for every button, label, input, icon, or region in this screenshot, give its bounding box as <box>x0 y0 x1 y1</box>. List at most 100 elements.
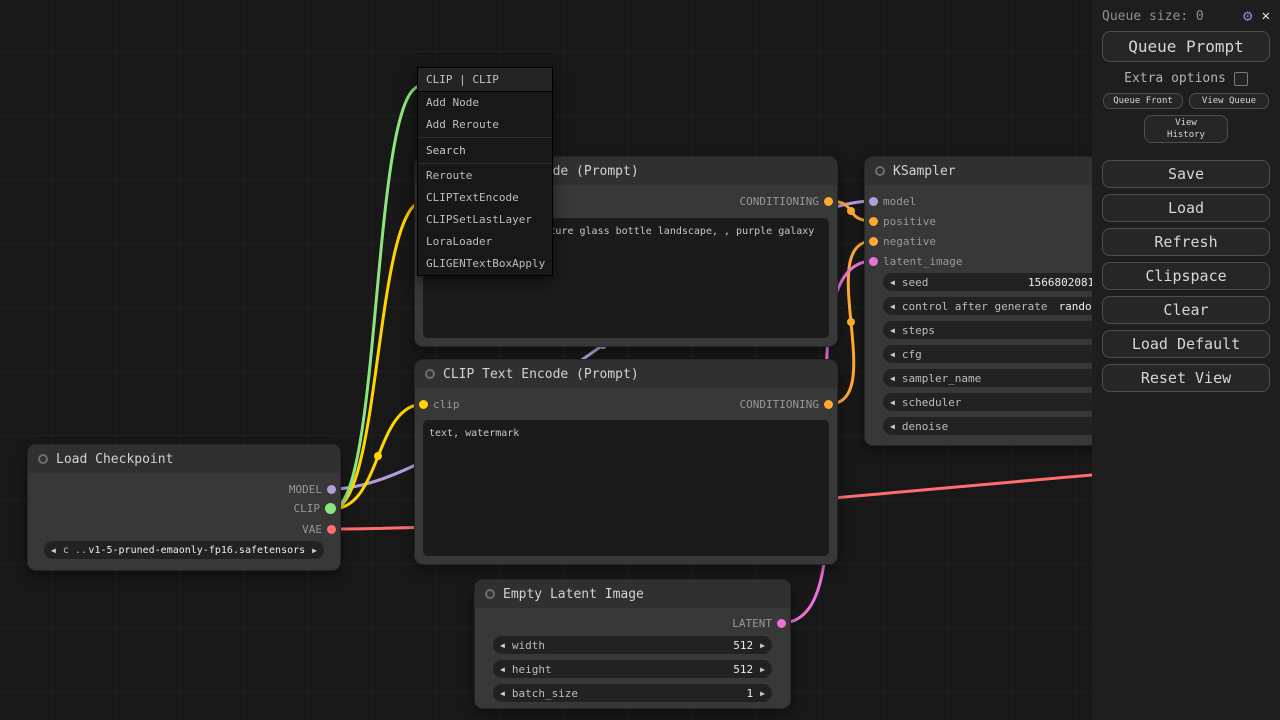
clip-slot-dot[interactable] <box>325 503 336 514</box>
slot-label: CONDITIONING <box>740 195 819 208</box>
menu-item-loraloader[interactable]: LoraLoader <box>418 231 552 253</box>
prev-arrow-icon[interactable]: ◀ <box>890 398 895 407</box>
widget-label: seed <box>902 276 929 289</box>
widget-label: cfg <box>902 348 922 361</box>
prev-arrow-icon[interactable]: ◀ <box>51 546 56 555</box>
width-widget[interactable]: ◀ width 512 ▶ <box>493 636 772 654</box>
prev-arrow-icon[interactable]: ◀ <box>890 350 895 359</box>
prev-arrow-icon[interactable]: ◀ <box>500 665 505 674</box>
prev-arrow-icon[interactable]: ◀ <box>890 278 895 287</box>
collapse-dot-icon[interactable] <box>875 166 885 176</box>
input-slot-model[interactable]: model <box>869 194 916 208</box>
menu-item-cliptextencode[interactable]: CLIPTextEncode <box>418 187 552 209</box>
close-icon[interactable]: ✕ <box>1262 8 1270 24</box>
widget-value: 512 <box>733 663 753 676</box>
refresh-button[interactable]: Refresh <box>1102 228 1270 256</box>
conditioning-slot-dot[interactable] <box>824 197 833 206</box>
widget-label: steps <box>902 324 935 337</box>
wire-clip-drag <box>332 86 421 509</box>
conditioning-input-dot[interactable] <box>869 217 878 226</box>
model-slot-dot[interactable] <box>327 485 336 494</box>
batch-size-widget[interactable]: ◀ batch_size 1 ▶ <box>493 684 772 702</box>
view-queue-button[interactable]: View Queue <box>1189 93 1269 109</box>
widget-label: sampler_name <box>902 372 981 385</box>
slot-label: model <box>883 195 916 208</box>
menu-item-add-reroute[interactable]: Add Reroute <box>418 114 552 136</box>
view-history-button[interactable]: View History <box>1144 115 1228 143</box>
save-button[interactable]: Save <box>1102 160 1270 188</box>
conditioning-input-dot[interactable] <box>869 237 878 246</box>
prev-arrow-icon[interactable]: ◀ <box>500 641 505 650</box>
height-widget[interactable]: ◀ height 512 ▶ <box>493 660 772 678</box>
slot-label: CONDITIONING <box>740 398 819 411</box>
prev-arrow-icon[interactable]: ◀ <box>890 326 895 335</box>
slot-label: CLIP <box>294 502 321 515</box>
menu-item-add-node[interactable]: Add Node <box>418 92 552 114</box>
menu-item-clipsetlastlayer[interactable]: CLIPSetLastLayer <box>418 209 552 231</box>
context-menu-title: CLIP | CLIP <box>418 68 552 92</box>
input-slot-negative[interactable]: negative <box>869 234 936 248</box>
next-arrow-icon[interactable]: ▶ <box>760 641 765 650</box>
widget-label: scheduler <box>902 396 962 409</box>
prev-arrow-icon[interactable]: ◀ <box>890 374 895 383</box>
node-load-checkpoint: Load Checkpoint MODEL CLIP VAE ◀ c ... v… <box>28 445 340 570</box>
queue-front-button[interactable]: Queue Front <box>1103 93 1183 109</box>
extra-options-checkbox[interactable] <box>1234 72 1248 86</box>
load-button[interactable]: Load <box>1102 194 1270 222</box>
output-slot-conditioning[interactable]: CONDITIONING <box>740 194 833 208</box>
prev-arrow-icon[interactable]: ◀ <box>890 422 895 431</box>
collapse-dot-icon[interactable] <box>38 454 48 464</box>
latent-input-dot[interactable] <box>869 257 878 266</box>
clip-input-dot[interactable] <box>419 400 428 409</box>
next-arrow-icon[interactable]: ▶ <box>760 689 765 698</box>
output-slot-vae[interactable]: VAE <box>302 522 336 536</box>
conditioning-slot-dot[interactable] <box>824 400 833 409</box>
slot-label: MODEL <box>289 483 322 496</box>
queue-prompt-button[interactable]: Queue Prompt <box>1102 31 1270 62</box>
prev-arrow-icon[interactable]: ◀ <box>890 302 895 311</box>
next-arrow-icon[interactable]: ▶ <box>760 665 765 674</box>
menu-item-search[interactable]: Search <box>418 137 552 164</box>
output-slot-clip[interactable]: CLIP <box>294 501 337 515</box>
extra-options-label: Extra options <box>1124 71 1226 86</box>
graph-canvas[interactable]: Load Checkpoint MODEL CLIP VAE ◀ c ... v… <box>0 0 1280 720</box>
model-input-dot[interactable] <box>869 197 878 206</box>
next-arrow-icon[interactable]: ▶ <box>312 546 317 555</box>
clipspace-button[interactable]: Clipspace <box>1102 262 1270 290</box>
output-slot-latent[interactable]: LATENT <box>732 616 786 630</box>
collapse-dot-icon[interactable] <box>485 589 495 599</box>
node-title: Load Checkpoint <box>56 452 173 467</box>
input-slot-clip[interactable]: clip <box>419 397 460 411</box>
wire-clip-dot <box>374 452 382 460</box>
node-title-bar[interactable]: Load Checkpoint <box>28 445 340 473</box>
node-title: Empty Latent Image <box>503 587 644 602</box>
widget-label: height <box>512 663 552 676</box>
comfy-menu-panel: Queue size: 0 ⚙ ✕ Queue Prompt Extra opt… <box>1092 0 1280 720</box>
clear-button[interactable]: Clear <box>1102 296 1270 324</box>
output-slot-conditioning[interactable]: CONDITIONING <box>740 397 833 411</box>
prev-arrow-icon[interactable]: ◀ <box>500 689 505 698</box>
widget-value: 1 <box>747 687 754 700</box>
input-slot-positive[interactable]: positive <box>869 214 936 228</box>
load-default-button[interactable]: Load Default <box>1102 330 1270 358</box>
queue-size-label: Queue size: 0 <box>1102 9 1204 24</box>
output-slot-model[interactable]: MODEL <box>289 482 336 496</box>
vae-slot-dot[interactable] <box>327 525 336 534</box>
slot-label: negative <box>883 235 936 248</box>
menu-item-reroute[interactable]: Reroute <box>418 165 552 187</box>
node-title-bar[interactable]: CLIP Text Encode (Prompt) <box>415 360 837 388</box>
add-node-context-menu: CLIP | CLIP Add Node Add Reroute Search … <box>418 68 552 275</box>
reset-view-button[interactable]: Reset View <box>1102 364 1270 392</box>
ckpt-name-widget[interactable]: ◀ c ... v1-5-pruned-emaonly-fp16.safeten… <box>44 541 324 559</box>
menu-item-gligentextboxapply[interactable]: GLIGENTextBoxApply <box>418 253 552 275</box>
collapse-dot-icon[interactable] <box>425 369 435 379</box>
node-empty-latent-image: Empty Latent Image LATENT ◀ width 512 ▶ … <box>475 580 790 708</box>
latent-slot-dot[interactable] <box>777 619 786 628</box>
widget-value: v1-5-pruned-emaonly-fp16.safetensors <box>88 545 305 556</box>
node-title-bar[interactable]: Empty Latent Image <box>475 580 790 608</box>
widget-label: denoise <box>902 420 948 433</box>
prompt-textarea[interactable]: text, watermark <box>423 420 829 556</box>
node-title: KSampler <box>893 164 956 179</box>
settings-gear-icon[interactable]: ⚙ <box>1243 8 1253 24</box>
input-slot-latent-image[interactable]: latent_image <box>869 254 962 268</box>
